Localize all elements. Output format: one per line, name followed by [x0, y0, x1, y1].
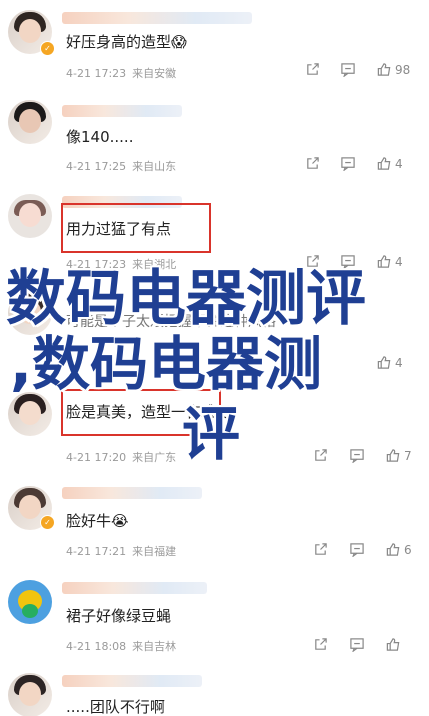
share-button[interactable] — [305, 62, 320, 77]
thumbs-up-icon — [386, 638, 400, 651]
share-icon — [307, 157, 319, 169]
thumbs-up-icon — [386, 543, 400, 556]
comment-text: 裙子好像绿豆蝇 — [66, 607, 172, 625]
like-button[interactable]: 4 — [376, 355, 403, 370]
comment-icon — [350, 449, 364, 463]
avatar[interactable] — [8, 194, 52, 238]
thumbs-up-icon — [377, 255, 391, 268]
comment-meta: 4-21 17:25 来自山东 — [66, 160, 177, 173]
comment-item: ✓ 好压身高的造型😱 4-21 17:23 来自安徽 98 — [0, 0, 429, 95]
comment-text: .....团队不行啊 — [66, 698, 165, 716]
comment-text: 像140..... — [66, 128, 134, 146]
username-blurred — [62, 487, 202, 499]
like-button[interactable]: 6 — [385, 542, 412, 557]
like-count: 4 — [395, 254, 403, 269]
watermark-line-2: ,数码电器测 — [10, 330, 323, 398]
share-button[interactable] — [313, 542, 328, 557]
comment-meta: 4-21 17:20 来自广东 — [66, 451, 177, 464]
comment-button[interactable] — [340, 156, 356, 171]
like-count: 4 — [395, 156, 403, 171]
share-button[interactable] — [305, 156, 320, 171]
username-blurred — [62, 675, 202, 687]
thumbs-up-icon — [386, 449, 400, 462]
avatar[interactable] — [8, 100, 52, 144]
thumbs-up-icon — [377, 356, 391, 369]
comment-button[interactable] — [340, 62, 356, 77]
comment-item: ✓ 脸好牛😭 4-21 17:21 来自福建 6 — [0, 477, 429, 572]
share-icon — [315, 543, 327, 555]
like-button[interactable]: 7 — [385, 448, 412, 463]
avatar[interactable] — [8, 392, 52, 436]
username-blurred — [62, 105, 182, 117]
comment-icon — [341, 157, 355, 171]
share-icon — [315, 449, 327, 461]
like-count: 4 — [395, 355, 403, 370]
comment-button[interactable] — [349, 637, 365, 652]
comment-icon — [350, 638, 364, 652]
verified-icon: ✓ — [40, 515, 55, 530]
comment-icon — [341, 63, 355, 77]
comment-item: 像140..... 4-21 17:25 来自山东 4 — [0, 95, 429, 187]
comment-text: 好压身高的造型😱 — [66, 33, 187, 51]
share-button[interactable] — [313, 448, 328, 463]
comment-text: 用力过猛了有点 — [66, 220, 172, 238]
thumbs-up-icon — [377, 63, 391, 76]
share-icon — [315, 638, 327, 650]
like-count: 7 — [404, 448, 412, 463]
comment-meta: 4-21 18:08 来自吉林 — [66, 640, 177, 653]
emoji-icon: 😭 — [111, 512, 129, 530]
share-icon — [307, 63, 319, 75]
comment-text: 脸好牛😭 — [66, 512, 129, 530]
like-count: 98 — [395, 62, 411, 77]
comment-button[interactable] — [349, 448, 365, 463]
verified-icon: ✓ — [40, 41, 55, 56]
comment-icon — [350, 543, 364, 557]
avatar[interactable] — [8, 580, 52, 624]
comment-meta: 4-21 17:21 来自福建 — [66, 545, 177, 558]
comment-item: 裙子好像绿豆蝇 4-21 18:08 来自吉林 — [0, 572, 429, 667]
like-count: 6 — [404, 542, 412, 557]
comment-item: .....团队不行啊 — [0, 667, 429, 716]
emoji-icon: 😱 — [171, 33, 187, 51]
avatar[interactable] — [8, 673, 52, 716]
share-button[interactable] — [313, 637, 328, 652]
thumbs-up-icon — [377, 157, 391, 170]
like-button[interactable]: 4 — [376, 254, 403, 269]
watermark-line-3: 评 — [182, 400, 241, 468]
comment-button[interactable] — [349, 542, 365, 557]
username-blurred — [62, 12, 252, 24]
like-button[interactable] — [385, 637, 404, 652]
comment-meta: 4-21 17:23 来自安徽 — [66, 67, 177, 80]
watermark-line-1: 数码电器测评 — [6, 264, 366, 334]
like-button[interactable]: 4 — [376, 156, 403, 171]
like-button[interactable]: 98 — [376, 62, 410, 77]
username-blurred — [62, 582, 207, 594]
